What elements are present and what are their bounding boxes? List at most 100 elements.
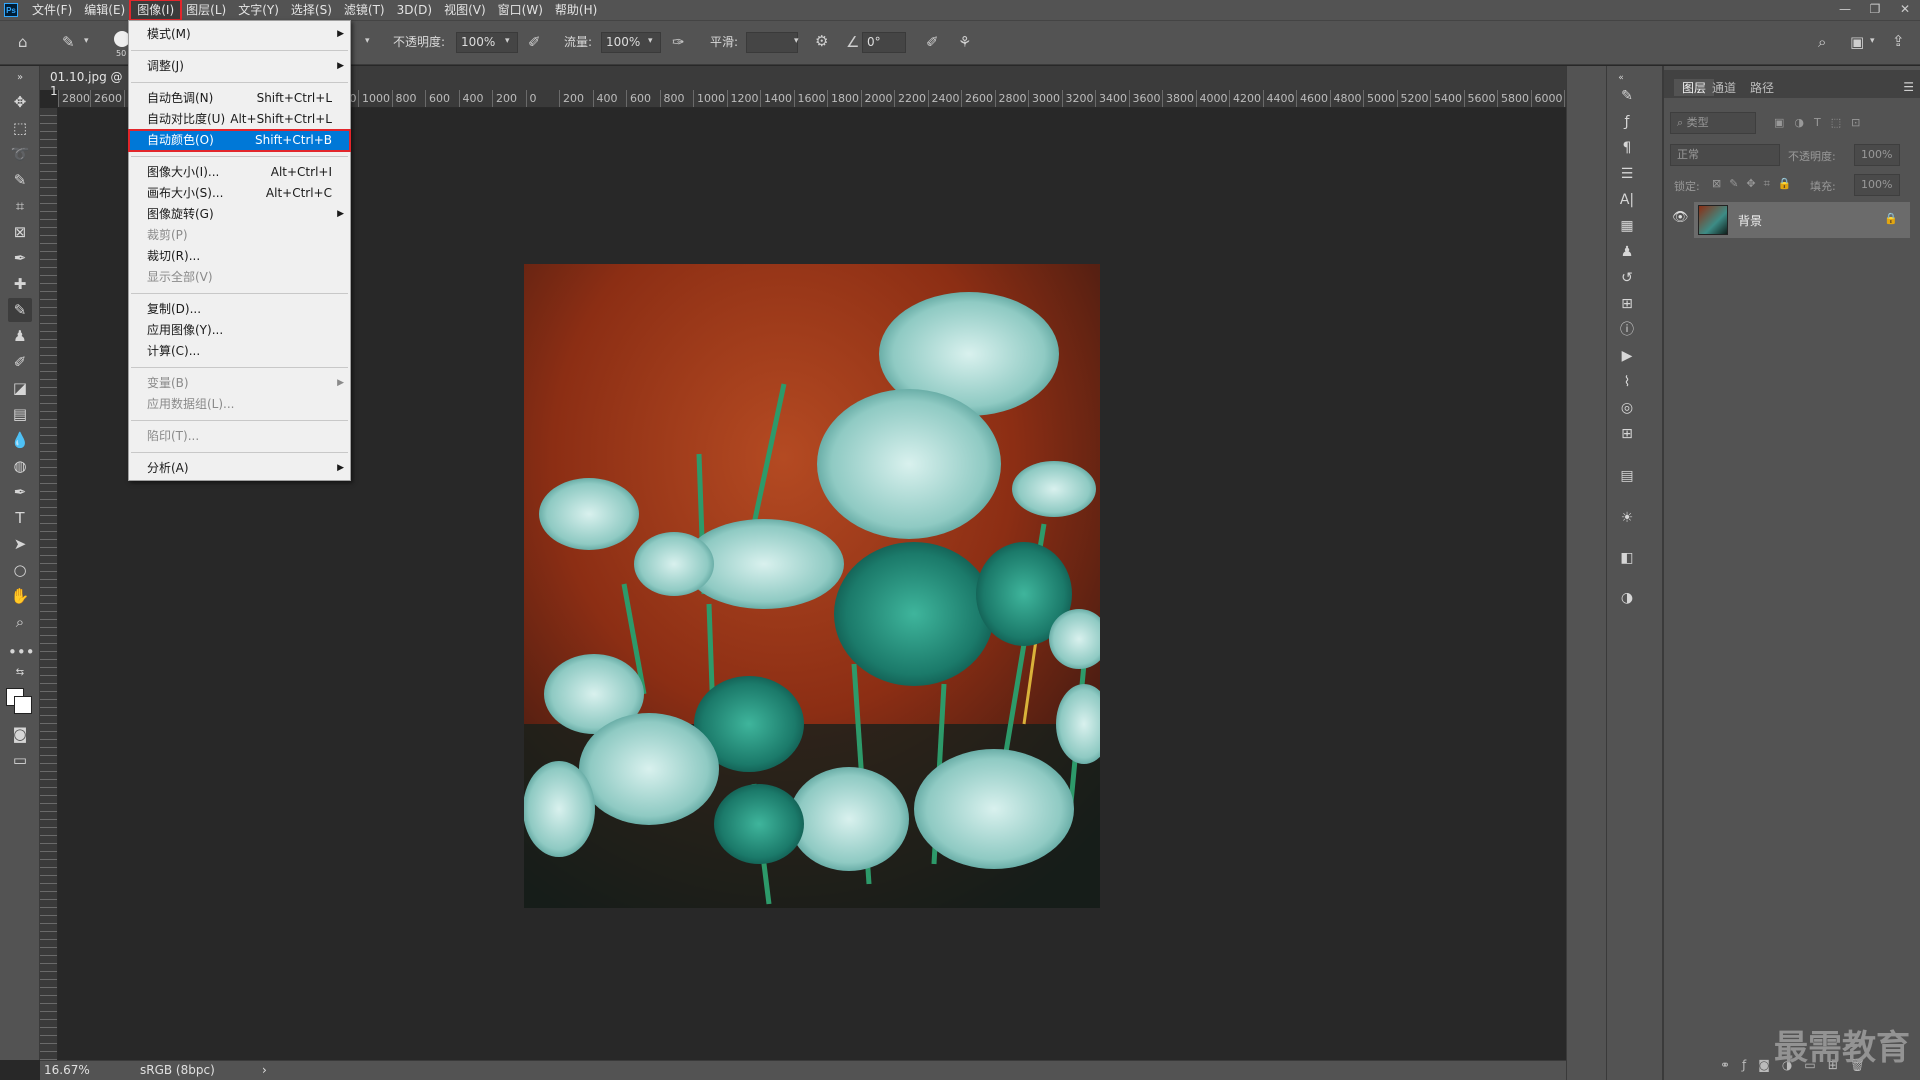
menu-option-2[interactable]: 调整(J) ▶	[129, 56, 350, 77]
quick-select-tool-icon[interactable]: ✎	[8, 168, 32, 192]
layer-filter-select[interactable]: ⌕ 类型	[1670, 112, 1756, 134]
brush-tool-icon[interactable]: ✎	[8, 298, 32, 322]
tab-paths[interactable]: 路径	[1750, 79, 1774, 96]
document-tab[interactable]: 01.10.jpg @ 1	[40, 66, 135, 98]
workspace-icon[interactable]: ▣	[1850, 35, 1864, 50]
airbrush-icon[interactable]: ✑	[672, 35, 685, 50]
healing-brush-tool-icon[interactable]: ✚	[8, 272, 32, 296]
3d-icon[interactable]: ◎	[1617, 398, 1637, 418]
color-profile[interactable]: sRGB (8bpc)	[140, 1061, 215, 1080]
background-color-swatch[interactable]	[14, 696, 32, 714]
menu-item-0[interactable]: 文件(F)	[26, 1, 78, 19]
zoom-tool-icon[interactable]: ⌕	[8, 610, 32, 634]
menu-option-0[interactable]: 模式(M) ▶	[129, 24, 350, 45]
chevron-down-icon[interactable]: ▾	[365, 37, 370, 46]
menu-option-5[interactable]: 自动对比度(U) Alt+Shift+Ctrl+L	[129, 109, 350, 130]
tab-channels[interactable]: 通道	[1712, 79, 1736, 96]
history-brush-tool-icon[interactable]: ✐	[8, 350, 32, 374]
menu-option-10[interactable]: 图像旋转(G) ▶	[129, 204, 350, 225]
menu-option-4[interactable]: 自动色调(N) Shift+Ctrl+L	[129, 88, 350, 109]
menu-item-3[interactable]: 图层(L)	[180, 1, 232, 19]
brush-tool-icon[interactable]: ✎	[62, 35, 75, 50]
tab-layers[interactable]: 图层	[1674, 79, 1715, 96]
ellipse-tool-icon[interactable]: ○	[8, 558, 32, 582]
close-icon[interactable]: ✕	[1890, 0, 1920, 20]
document-image[interactable]	[524, 264, 1100, 908]
screen-mode-icon[interactable]: ▭	[8, 748, 32, 772]
collapse-icon[interactable]: «	[1611, 68, 1631, 88]
crop-tool-icon[interactable]: ⌗	[8, 194, 32, 218]
menu-item-5[interactable]: 选择(S)	[285, 1, 338, 19]
panel-menu-icon[interactable]: ☰	[1903, 80, 1914, 94]
symmetry-icon[interactable]: ⚘	[958, 35, 971, 50]
info-icon[interactable]: ⓘ	[1617, 320, 1637, 340]
menu-item-9[interactable]: 窗口(W)	[492, 1, 549, 19]
menu-item-8[interactable]: 视图(V)	[438, 1, 492, 19]
menu-item-4[interactable]: 文字(Y)	[232, 1, 285, 19]
fill-field[interactable]: 100%	[1854, 174, 1900, 196]
eye-icon[interactable]: 👁	[1672, 210, 1689, 225]
menu-item-7[interactable]: 3D(D)	[391, 1, 438, 19]
minimize-icon[interactable]: —	[1830, 0, 1860, 20]
expand-icon[interactable]: »	[8, 72, 32, 84]
eraser-tool-icon[interactable]: ◪	[8, 376, 32, 400]
filter-type-icons[interactable]: ▣◑T⬚⊡	[1774, 116, 1870, 129]
frame-tool-icon[interactable]: ⊠	[8, 220, 32, 244]
swap-colors-icon[interactable]: ⇆	[8, 666, 32, 680]
menu-option-17[interactable]: 计算(C)...	[129, 341, 350, 362]
blend-mode-select[interactable]: 正常	[1670, 144, 1780, 166]
quick-mask-icon[interactable]: ◙	[8, 722, 32, 746]
chevron-down-icon[interactable]: ▾	[1870, 37, 1875, 46]
menu-item-2[interactable]: 图像(I)	[129, 0, 183, 21]
chevron-down-icon[interactable]: ▾	[648, 37, 653, 46]
menu-option-16[interactable]: 应用图像(Y)...	[129, 320, 350, 341]
menu-item-10[interactable]: 帮助(H)	[549, 1, 603, 19]
dodge-tool-icon[interactable]: ◍	[8, 454, 32, 478]
layer-opacity-field[interactable]: 100%	[1854, 144, 1900, 166]
marquee-tool-icon[interactable]: ⬚	[8, 116, 32, 140]
notes-icon[interactable]: ▤	[1617, 466, 1637, 486]
menu-option-6[interactable]: 自动颜色(O) Shift+Ctrl+B	[128, 129, 351, 152]
menu-item-1[interactable]: 编辑(E)	[78, 1, 131, 19]
move-tool-icon[interactable]: ✥	[8, 90, 32, 114]
home-icon[interactable]: ⌂	[18, 35, 28, 50]
menu-option-8[interactable]: 图像大小(I)... Alt+Ctrl+I	[129, 162, 350, 183]
chevron-down-icon[interactable]: ▾	[794, 37, 799, 46]
clone-stamp-tool-icon[interactable]: ♟	[8, 324, 32, 348]
paths-icon[interactable]: ⌇	[1617, 372, 1637, 392]
gradient-tool-icon[interactable]: ▤	[8, 402, 32, 426]
restore-icon[interactable]: ❐	[1860, 0, 1890, 20]
contrast-icon[interactable]: ◑	[1617, 588, 1637, 608]
character-icon[interactable]: ƒ	[1617, 112, 1637, 132]
adjustments-icon[interactable]: ☰	[1617, 164, 1637, 184]
pen-tool-icon[interactable]: ✒	[8, 480, 32, 504]
brush-settings-icon[interactable]: ✎	[1617, 86, 1637, 106]
more-tools-icon[interactable]: •••	[8, 640, 35, 664]
blur-tool-icon[interactable]: 💧	[8, 428, 32, 452]
lasso-tool-icon[interactable]: ➰	[8, 142, 32, 166]
layer-row-background[interactable]: 背景 🔒	[1694, 202, 1910, 238]
smooth-field[interactable]	[746, 32, 798, 53]
gear-icon[interactable]: ⚙	[815, 34, 828, 49]
pressure-size-icon[interactable]: ✐	[926, 35, 939, 50]
chevron-down-icon[interactable]: ▾	[84, 37, 89, 46]
hand-tool-icon[interactable]: ✋	[8, 584, 32, 608]
menu-item-6[interactable]: 滤镜(T)	[338, 1, 391, 19]
share-icon[interactable]: ⇪	[1892, 34, 1905, 49]
glyphs-icon[interactable]: A|	[1617, 190, 1637, 210]
type-tool-icon[interactable]: T	[8, 506, 32, 530]
menu-option-24[interactable]: 分析(A) ▶	[129, 458, 350, 479]
angle-field[interactable]: 0°	[862, 32, 906, 53]
path-selection-tool-icon[interactable]: ➤	[8, 532, 32, 556]
lock-icons[interactable]: ⊠✎✥⌗🔒	[1712, 177, 1800, 191]
menu-option-15[interactable]: 复制(D)...	[129, 299, 350, 320]
eyedropper-tool-icon[interactable]: ✒	[8, 246, 32, 270]
pressure-opacity-icon[interactable]: ✐	[528, 35, 541, 50]
brightness-icon[interactable]: ☀	[1617, 508, 1637, 528]
history-icon[interactable]: ↺	[1617, 268, 1637, 288]
table-icon[interactable]: ⊞	[1617, 424, 1637, 444]
actions-play-icon[interactable]: ▶	[1617, 346, 1637, 366]
paragraph-icon[interactable]: ¶	[1617, 138, 1637, 158]
chevron-right-icon[interactable]: ›	[262, 1061, 267, 1080]
zoom-level[interactable]: 16.67%	[44, 1061, 90, 1080]
